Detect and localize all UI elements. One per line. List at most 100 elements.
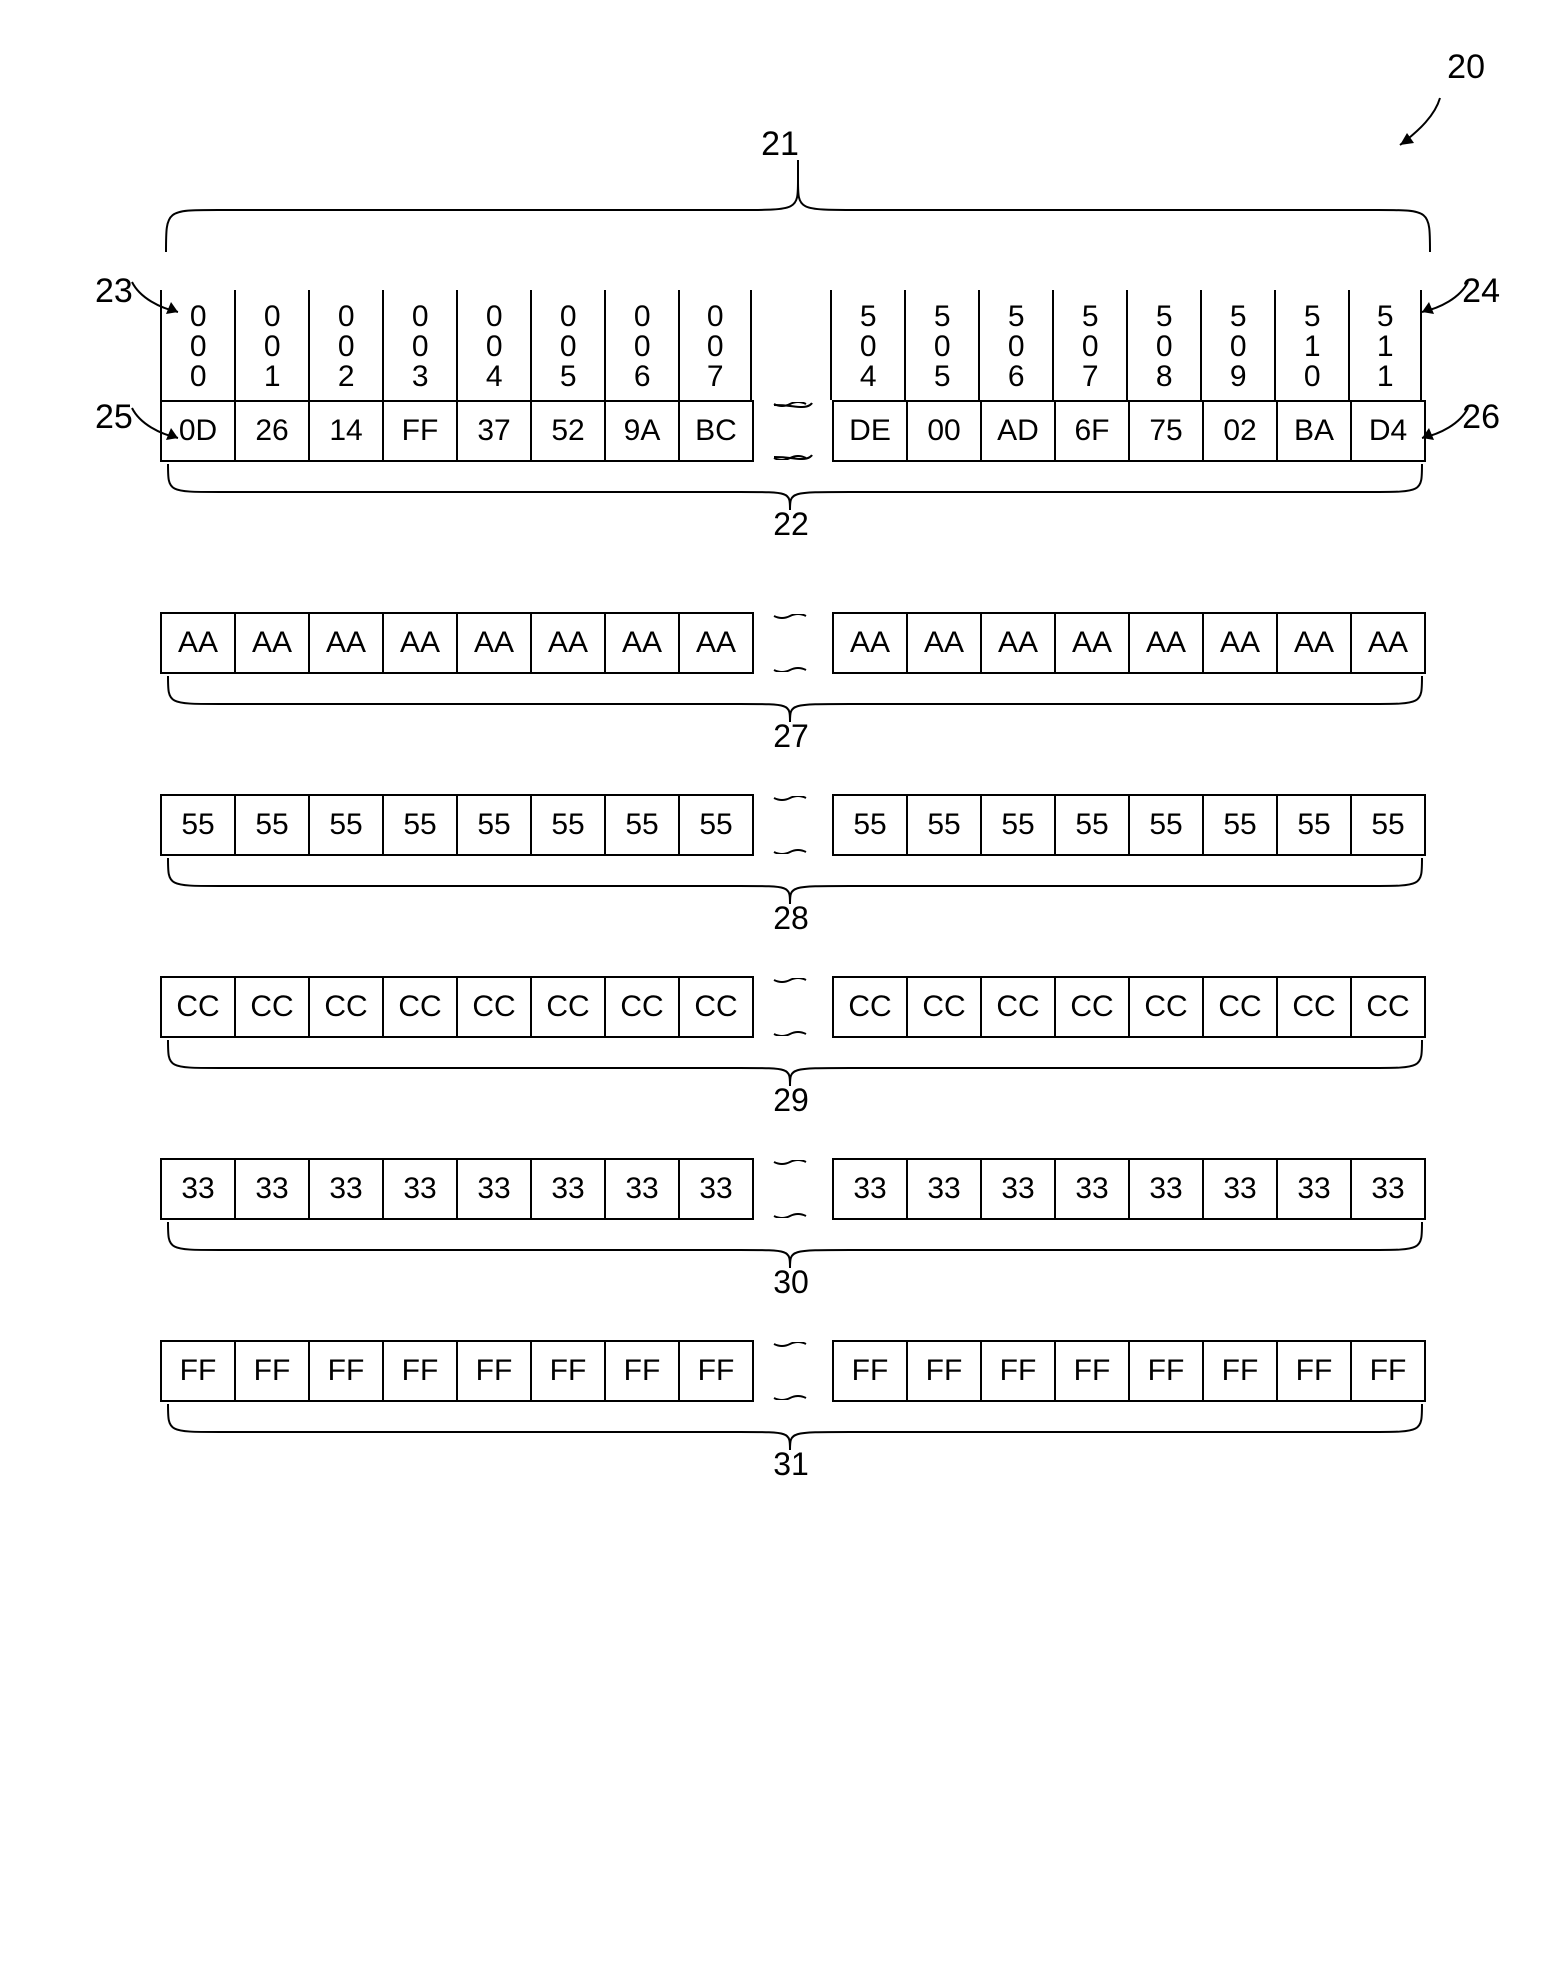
pattern-cell: 55 [834, 796, 908, 854]
callout-25: 25 [95, 398, 133, 437]
pattern-cell: 33 [834, 1160, 908, 1218]
pattern-cell: FF [1056, 1342, 1130, 1400]
pattern-underbrace: 31 [110, 1402, 1450, 1472]
addr-cell: 003 [382, 290, 456, 400]
addr-cell: 507 [1052, 290, 1126, 400]
addr-d: 004 [478, 300, 510, 390]
break-zigzag-icon [754, 796, 832, 854]
pattern-cell: CC [606, 978, 680, 1036]
pattern-underbrace-label: 29 [773, 1082, 809, 1119]
addr-d: 506 [1000, 300, 1032, 390]
addr-cell: 508 [1126, 290, 1200, 400]
data-cell: 75 [1130, 402, 1204, 460]
break-zigzag-icon [754, 978, 832, 1036]
pattern-cell: FF [532, 1342, 606, 1400]
addr-cell: 505 [904, 290, 978, 400]
addr-d: 007 [699, 300, 731, 390]
figure-pointer-icon [1390, 90, 1460, 160]
data-cell: 02 [1204, 402, 1278, 460]
addr-d: 505 [926, 300, 958, 390]
pattern-cell: CC [908, 978, 982, 1036]
addr-cell: 007 [678, 290, 752, 400]
data-cell: DE [834, 402, 908, 460]
pattern-break [754, 1340, 832, 1402]
pattern-cell: 55 [1130, 796, 1204, 854]
pattern-cell: CC [1204, 978, 1278, 1036]
pattern-row-CC: CCCCCCCCCCCCCCCCCCCCCCCCCCCCCCCC29 [110, 976, 1450, 1108]
underbrace-icon [160, 1220, 1440, 1270]
data-cell: 26 [236, 402, 310, 460]
pattern-cell: 33 [532, 1160, 606, 1218]
pattern-break [754, 612, 832, 674]
pattern-group: 5555555555555555 [160, 794, 754, 856]
data-group-left: 0D 26 14 FF 37 52 9A BC [160, 400, 754, 462]
addr-d: 006 [626, 300, 658, 390]
addr-d: 003 [404, 300, 436, 390]
pattern-cell: CC [834, 978, 908, 1036]
pattern-cell: AA [680, 614, 754, 672]
address-row: 000 001 002 003 004 005 006 007 504 505 … [160, 290, 1450, 400]
addr-cell: 506 [978, 290, 1052, 400]
pattern-cell: 55 [310, 796, 384, 854]
pattern-cell: AA [1352, 614, 1426, 672]
pattern-cell: FF [1352, 1342, 1426, 1400]
pattern-cell: 33 [458, 1160, 532, 1218]
pattern-cell: 33 [1130, 1160, 1204, 1218]
break-zigzag-icon [754, 1160, 832, 1218]
pattern-cell: AA [908, 614, 982, 672]
addr-d: 002 [330, 300, 362, 390]
pattern-cell: 55 [384, 796, 458, 854]
data-cell: FF [384, 402, 458, 460]
pattern-cell: FF [1278, 1342, 1352, 1400]
pattern-cell: 55 [458, 796, 532, 854]
pattern-cell: FF [982, 1342, 1056, 1400]
pattern-cell: AA [1204, 614, 1278, 672]
pattern-cell: CC [680, 978, 754, 1036]
pattern-data-row: CCCCCCCCCCCCCCCCCCCCCCCCCCCCCCCC [160, 976, 1450, 1038]
pattern-cell: FF [236, 1342, 310, 1400]
pattern-cell: AA [384, 614, 458, 672]
pattern-underbrace: 28 [110, 856, 1450, 926]
break-zigzag-icon [754, 402, 832, 460]
pattern-underbrace-label: 31 [773, 1446, 809, 1483]
pattern-cell: FF [458, 1342, 532, 1400]
data-cell: AD [982, 402, 1056, 460]
break-zigzag-icon [754, 1342, 832, 1400]
pattern-group: AAAAAAAAAAAAAAAA [832, 612, 1426, 674]
pattern-group: AAAAAAAAAAAAAAAA [160, 612, 754, 674]
pattern-cell: 55 [908, 796, 982, 854]
addr-cell: 504 [830, 290, 904, 400]
pattern-underbrace: 30 [110, 1220, 1450, 1290]
data-cell: 37 [458, 402, 532, 460]
pattern-data-row: 55555555555555555555555555555555 [160, 794, 1450, 856]
pattern-cell: 33 [236, 1160, 310, 1218]
pattern-cell: 55 [680, 796, 754, 854]
pattern-cell: AA [606, 614, 680, 672]
data-cell: 14 [310, 402, 384, 460]
pattern-group: FFFFFFFFFFFFFFFF [160, 1340, 754, 1402]
data-cell: BA [1278, 402, 1352, 460]
addr-d: 507 [1074, 300, 1106, 390]
pattern-cell: CC [1056, 978, 1130, 1036]
pattern-break [754, 976, 832, 1038]
pattern-cell: 33 [908, 1160, 982, 1218]
overbrace-icon [158, 160, 1488, 260]
pattern-cell: 33 [162, 1160, 236, 1218]
pattern-cell: 55 [1352, 796, 1426, 854]
addr-d: 510 [1296, 300, 1328, 390]
addr-cell: 000 [160, 290, 234, 400]
pattern-cell: FF [1130, 1342, 1204, 1400]
pattern-cell: FF [1204, 1342, 1278, 1400]
data-cell: 0D [162, 402, 236, 460]
pattern-cell: FF [162, 1342, 236, 1400]
pattern-cell: 55 [162, 796, 236, 854]
data-cell: 00 [908, 402, 982, 460]
pattern-underbrace: 29 [110, 1038, 1450, 1108]
pattern-cell: AA [236, 614, 310, 672]
pattern-cell: CC [162, 978, 236, 1036]
data-cell: 52 [532, 402, 606, 460]
pattern-cell: 33 [1352, 1160, 1426, 1218]
pattern-group: CCCCCCCCCCCCCCCC [832, 976, 1426, 1038]
pattern-cell: FF [908, 1342, 982, 1400]
addr-cell: 002 [308, 290, 382, 400]
